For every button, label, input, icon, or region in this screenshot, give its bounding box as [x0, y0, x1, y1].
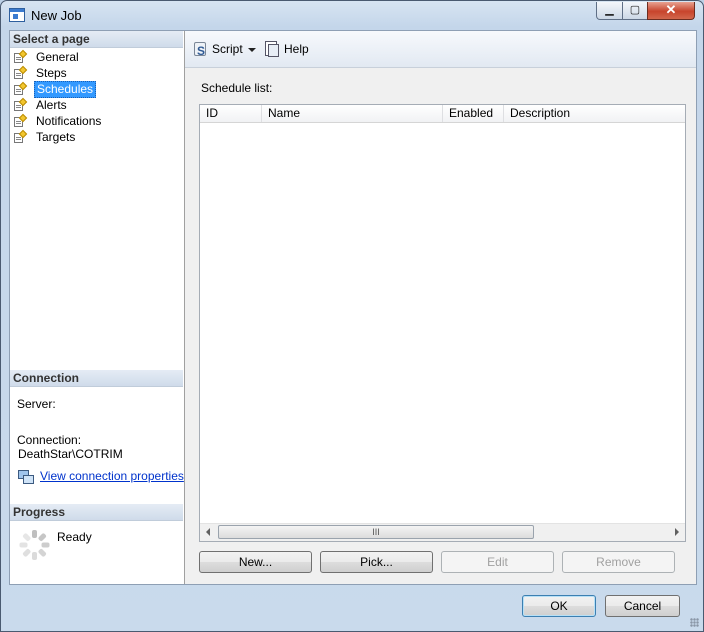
help-icon [264, 41, 280, 57]
sidebar-item-label: Alerts [36, 98, 67, 112]
toolbar: Script Help [185, 31, 696, 68]
title-bar[interactable]: New Job ▁ ▢ ✕ [1, 1, 703, 29]
new-schedule-button[interactable]: New... [199, 551, 312, 573]
sidebar-item-label: Notifications [36, 114, 102, 128]
schedule-list[interactable]: ID Name Enabled Description III [199, 104, 686, 542]
script-dropdown-button[interactable] [245, 39, 257, 59]
scroll-thumb[interactable]: III [218, 525, 534, 539]
left-pane: Select a page General Steps Schedules Al… [10, 31, 185, 584]
connection-header: Connection [10, 370, 183, 387]
view-connection-properties-link[interactable]: View connection properties [40, 469, 184, 483]
help-label: Help [284, 42, 309, 56]
minimize-button[interactable]: ▁ [596, 2, 623, 20]
column-header-description[interactable]: Description [504, 105, 685, 122]
page-wizard-icon [14, 81, 28, 95]
new-job-window: New Job ▁ ▢ ✕ Select a page General Step… [0, 0, 704, 632]
script-icon [193, 41, 208, 61]
chevron-down-icon [248, 48, 256, 52]
column-header-enabled[interactable]: Enabled [443, 105, 504, 122]
server-label: Server: [17, 397, 56, 411]
sidebar-item-label: Schedules [34, 81, 97, 98]
page-wizard-icon [14, 97, 28, 111]
column-header-name[interactable]: Name [262, 105, 443, 122]
edit-schedule-button[interactable]: Edit [441, 551, 554, 573]
resize-grip-icon[interactable] [690, 618, 699, 627]
close-button[interactable]: ✕ [647, 2, 695, 20]
page-wizard-icon [14, 49, 28, 63]
ok-button[interactable]: OK [522, 595, 596, 617]
column-header-id[interactable]: ID [200, 105, 262, 122]
maximize-button[interactable]: ▢ [622, 2, 648, 20]
scroll-right-icon[interactable] [675, 528, 679, 536]
progress-header: Progress [10, 504, 183, 521]
dialog-client-area: Select a page General Steps Schedules Al… [9, 30, 697, 585]
script-button[interactable]: Script [193, 39, 243, 61]
progress-status: Ready [57, 530, 92, 544]
window-title: New Job [31, 8, 82, 23]
window-app-icon [9, 8, 25, 22]
sidebar-item-label: General [36, 50, 79, 64]
cancel-button[interactable]: Cancel [605, 595, 680, 617]
connection-value: DeathStar\COTRIM [18, 447, 123, 461]
schedule-list-label: Schedule list: [201, 81, 273, 95]
pick-schedule-button[interactable]: Pick... [320, 551, 433, 573]
help-button[interactable]: Help [264, 39, 310, 59]
script-label: Script [212, 42, 243, 56]
sidebar-item-label: Steps [36, 66, 67, 80]
select-page-header: Select a page [10, 31, 183, 48]
remove-schedule-button[interactable]: Remove [562, 551, 675, 573]
page-wizard-icon [14, 113, 28, 127]
connection-label: Connection: [17, 433, 82, 447]
page-wizard-icon [14, 129, 28, 143]
connection-properties-icon [18, 470, 34, 484]
page-wizard-icon [14, 65, 28, 79]
sidebar-item-label: Targets [36, 130, 76, 144]
schedules-page: Script Help Schedule list: ID Name Enabl… [185, 31, 696, 584]
schedule-list-header: ID Name Enabled Description [200, 105, 685, 123]
horizontal-scrollbar[interactable]: III [200, 523, 685, 541]
scroll-left-icon[interactable] [206, 528, 210, 536]
progress-spinner-icon [19, 529, 51, 561]
